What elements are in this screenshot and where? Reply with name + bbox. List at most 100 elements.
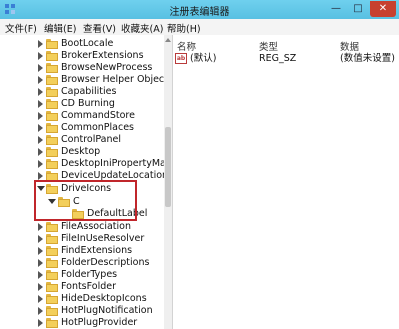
expand-icon[interactable]	[38, 307, 43, 315]
folder-icon	[46, 123, 58, 133]
tree-item[interactable]: HotPlugProvider	[0, 317, 164, 329]
tree-item[interactable]: FolderDescriptions	[0, 257, 164, 269]
tree-item-label: Browser Helper Objects	[61, 74, 165, 85]
tree-item[interactable]: FontsFolder	[0, 281, 164, 293]
tree-item-label: ControlPanel	[61, 134, 121, 145]
expand-icon[interactable]	[38, 247, 43, 255]
tree-item[interactable]: HotPlugNotification	[0, 305, 164, 317]
tree-item-label: FolderDescriptions	[61, 257, 150, 268]
scrollbar-thumb[interactable]	[165, 127, 171, 207]
expand-icon[interactable]	[38, 295, 43, 303]
tree-item-label: FileInUseResolver	[61, 233, 145, 244]
tree-item-label: BrokerExtensions	[61, 50, 144, 61]
tree-item[interactable]: Desktop	[0, 146, 164, 158]
tree-item-label: DesktopIniPropertyMap	[61, 158, 165, 169]
value-data: (数值未设置)	[340, 53, 395, 64]
folder-icon	[46, 63, 58, 73]
value-type: REG_SZ	[259, 53, 297, 64]
minimize-button[interactable]: —	[325, 1, 347, 17]
folder-icon	[46, 39, 58, 49]
folder-icon	[46, 258, 58, 268]
expand-icon[interactable]	[38, 235, 43, 243]
tree-item[interactable]: HideDesktopIcons	[0, 293, 164, 305]
tree-item[interactable]: BootLocale	[0, 38, 164, 50]
tree-item[interactable]: BrokerExtensions	[0, 50, 164, 62]
tree-item[interactable]: ControlPanel	[0, 134, 164, 146]
tree-item[interactable]: DesktopIniPropertyMap	[0, 158, 164, 170]
folder-icon	[46, 318, 58, 328]
expand-icon[interactable]	[38, 52, 43, 60]
expand-icon[interactable]	[38, 271, 43, 279]
tree-item[interactable]: CommonPlaces	[0, 122, 164, 134]
folder-icon	[46, 294, 58, 304]
tree-item-label: FileAssociation	[61, 221, 131, 232]
string-value-icon: ab	[175, 53, 187, 64]
expand-icon[interactable]	[38, 88, 43, 96]
expand-icon[interactable]	[38, 64, 43, 72]
expand-icon[interactable]	[38, 283, 43, 291]
tree-item[interactable]: BrowseNewProcess	[0, 62, 164, 74]
expand-icon[interactable]	[38, 160, 43, 168]
folder-icon	[46, 99, 58, 109]
column-header-data[interactable]: 数据	[340, 39, 359, 53]
tree-item-label: Desktop	[61, 146, 101, 157]
expand-icon[interactable]	[38, 259, 43, 267]
tree-item[interactable]: Capabilities	[0, 86, 164, 98]
folder-icon	[46, 222, 58, 232]
tree-item-label: CommandStore	[61, 110, 135, 121]
highlight-annotation-box	[34, 180, 137, 221]
folder-icon	[46, 159, 58, 169]
folder-icon	[46, 51, 58, 61]
menu-view[interactable]: 查看(V)	[83, 21, 116, 35]
close-button[interactable]: ✕	[370, 1, 396, 17]
tree-item[interactable]: FindExtensions	[0, 245, 164, 257]
menu-bar: 文件(F) 编辑(E) 查看(V) 收藏夹(A) 帮助(H)	[0, 19, 399, 36]
folder-icon	[46, 75, 58, 85]
folder-icon	[46, 111, 58, 121]
folder-icon	[46, 147, 58, 157]
menu-file[interactable]: 文件(F)	[5, 21, 37, 35]
folder-icon	[46, 246, 58, 256]
tree-item-label: CD Burning	[61, 98, 115, 109]
folder-icon	[46, 270, 58, 280]
expand-icon[interactable]	[38, 76, 43, 84]
values-list[interactable]: 名称 类型 数据 ab (默认) REG_SZ (数值未设置)	[173, 35, 399, 329]
maximize-button[interactable]: □	[347, 1, 369, 17]
menu-favorites[interactable]: 收藏夹(A)	[121, 21, 163, 35]
tree-scrollbar[interactable]	[164, 35, 173, 329]
tree-item[interactable]: FolderTypes	[0, 269, 164, 281]
expand-icon[interactable]	[38, 124, 43, 132]
registry-tree[interactable]: BootLocale BrokerExtensions BrowseNewPro…	[0, 35, 165, 329]
folder-icon	[46, 306, 58, 316]
folder-icon	[46, 135, 58, 145]
tree-item-label: Capabilities	[61, 86, 117, 97]
expand-icon[interactable]	[38, 112, 43, 120]
tree-item-label: FolderTypes	[61, 269, 118, 280]
expand-icon[interactable]	[38, 148, 43, 156]
tree-item[interactable]: CD Burning	[0, 98, 164, 110]
expand-icon[interactable]	[38, 40, 43, 48]
title-bar: 注册表编辑器 — □ ✕	[0, 0, 399, 20]
tree-item-label: BootLocale	[61, 38, 114, 49]
tree-item[interactable]: Browser Helper Objects	[0, 74, 164, 86]
expand-icon[interactable]	[38, 100, 43, 108]
column-header-type[interactable]: 类型	[259, 39, 278, 53]
folder-icon	[46, 282, 58, 292]
expand-icon[interactable]	[38, 319, 43, 327]
tree-item-label: FontsFolder	[61, 281, 116, 292]
expand-icon[interactable]	[38, 172, 43, 180]
scroll-up-icon[interactable]	[165, 38, 171, 42]
tree-item[interactable]: FileInUseResolver	[0, 233, 164, 245]
expand-icon[interactable]	[38, 223, 43, 231]
tree-item-label: HideDesktopIcons	[61, 293, 147, 304]
tree-item-label: FindExtensions	[61, 245, 133, 256]
list-item[interactable]: ab (默认) REG_SZ (数值未设置)	[173, 53, 399, 66]
column-header-name[interactable]: 名称	[177, 39, 196, 53]
expand-icon[interactable]	[38, 136, 43, 144]
tree-item[interactable]: CommandStore	[0, 110, 164, 122]
folder-icon	[46, 234, 58, 244]
menu-edit[interactable]: 编辑(E)	[44, 21, 76, 35]
folder-icon	[46, 87, 58, 97]
tree-item[interactable]: FileAssociation	[0, 221, 164, 233]
menu-help[interactable]: 帮助(H)	[167, 21, 201, 35]
